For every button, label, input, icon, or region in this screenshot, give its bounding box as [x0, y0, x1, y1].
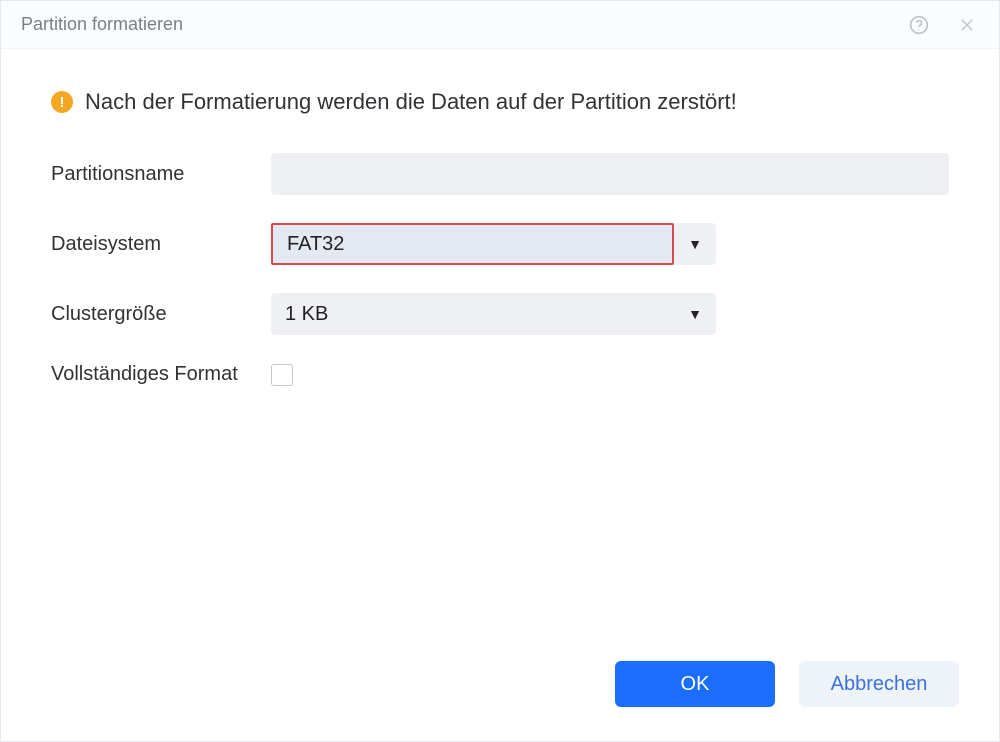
cluster-size-value: 1 KB: [271, 293, 674, 335]
dialog-title: Partition formatieren: [21, 14, 907, 35]
partition-name-label: Partitionsname: [51, 163, 271, 186]
full-format-row: Vollständiges Format: [51, 363, 949, 386]
close-icon[interactable]: [955, 13, 979, 37]
filesystem-select[interactable]: FAT32 ▼: [271, 223, 716, 265]
filesystem-value: FAT32: [271, 223, 674, 265]
cancel-button[interactable]: Abbrechen: [799, 661, 959, 707]
cluster-size-row: Clustergröße 1 KB ▼: [51, 293, 949, 335]
warning-icon: !: [51, 91, 73, 113]
dialog-footer: OK Abbrechen: [1, 641, 999, 741]
warning-text: Nach der Formatierung werden die Daten a…: [85, 89, 737, 115]
cluster-size-label: Clustergröße: [51, 303, 271, 326]
filesystem-row: Dateisystem FAT32 ▼: [51, 223, 949, 265]
ok-button[interactable]: OK: [615, 661, 775, 707]
titlebar-actions: [907, 13, 979, 37]
chevron-down-icon: ▼: [674, 306, 716, 322]
help-icon[interactable]: [907, 13, 931, 37]
partition-name-row: Partitionsname: [51, 153, 949, 195]
dialog-content: ! Nach der Formatierung werden die Daten…: [1, 49, 999, 641]
titlebar: Partition formatieren: [1, 1, 999, 49]
chevron-down-icon: ▼: [674, 236, 716, 252]
full-format-label: Vollständiges Format: [51, 363, 271, 386]
filesystem-label: Dateisystem: [51, 233, 271, 256]
warning-message: ! Nach der Formatierung werden die Daten…: [51, 89, 949, 115]
partition-name-input[interactable]: [271, 153, 949, 195]
cluster-size-select[interactable]: 1 KB ▼: [271, 293, 716, 335]
format-partition-dialog: Partition formatieren ! Nach der Formati…: [0, 0, 1000, 742]
full-format-checkbox[interactable]: [271, 364, 293, 386]
